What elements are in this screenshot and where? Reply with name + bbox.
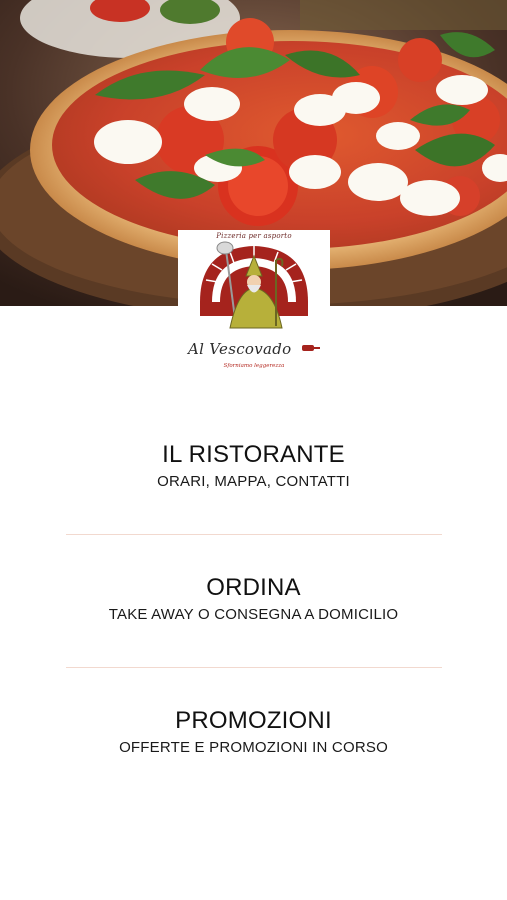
menu-item-title: ORDINA bbox=[206, 574, 301, 601]
menu-item-ristorante[interactable]: IL RISTORANTE ORARI, MAPPA, CONTATTI bbox=[0, 440, 507, 534]
logo-caption: Pizzeria per asporto bbox=[216, 232, 292, 240]
restaurant-logo: Pizzeria per asporto Al Vescovado Sforni… bbox=[178, 230, 330, 378]
menu-item-subtitle: ORARI, MAPPA, CONTATTI bbox=[157, 473, 350, 490]
menu-item-title: PROMOZIONI bbox=[175, 707, 332, 734]
home-screen: Pizzeria per asporto Al Vescovado Sforni… bbox=[0, 0, 507, 900]
logo-brand-name: Al Vescovado bbox=[188, 340, 292, 358]
menu-divider bbox=[65, 534, 442, 535]
menu-divider bbox=[65, 667, 442, 668]
menu-item-ordina[interactable]: ORDINA TAKE AWAY O CONSEGNA A DOMICILIO bbox=[0, 573, 507, 667]
menu-item-promozioni[interactable]: PROMOZIONI OFFERTE E PROMOZIONI IN CORSO bbox=[0, 706, 507, 758]
main-menu: IL RISTORANTE ORARI, MAPPA, CONTATTI ORD… bbox=[0, 440, 507, 758]
logo-tagline: Sforniamo leggerezza bbox=[223, 363, 285, 369]
menu-item-subtitle: TAKE AWAY O CONSEGNA A DOMICILIO bbox=[108, 606, 399, 623]
menu-item-subtitle: OFFERTE E PROMOZIONI IN CORSO bbox=[119, 739, 388, 756]
menu-item-title: IL RISTORANTE bbox=[162, 441, 345, 468]
